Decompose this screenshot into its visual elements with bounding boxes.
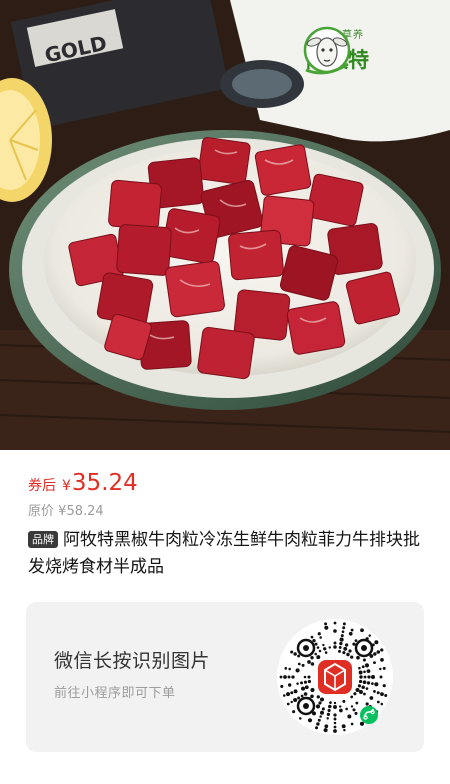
qr-card: 微信长按识别图片 前往小程序即可下单 xyxy=(26,602,424,752)
sheep-logo-icon xyxy=(303,26,350,75)
brand-logo: 天生草养 阿牧特 xyxy=(300,16,424,86)
brand-tag: 品牌 xyxy=(28,531,58,548)
price-currency: ¥ xyxy=(62,478,71,494)
coupon-price-value: 35.24 xyxy=(71,470,138,496)
price-row: 券后 ¥ 35.24 xyxy=(28,470,138,500)
coupon-price-label: 券后 xyxy=(28,478,56,494)
qr-sub-instruction: 前往小程序即可下单 xyxy=(54,686,176,701)
original-price-label: 原价 xyxy=(28,504,55,519)
original-price-value: 58.24 xyxy=(66,504,104,519)
mini-program-code[interactable] xyxy=(276,618,394,736)
pinduoduo-logo-icon xyxy=(318,660,352,694)
qr-instruction: 微信长按识别图片 xyxy=(54,650,211,672)
wechat-mini-program-icon xyxy=(360,706,378,724)
product-title-text: 阿牧特黑椒牛肉粒冷冻生鲜牛肉粒菲力牛排块批发烧烤食材半成品 xyxy=(28,530,420,577)
product-image[interactable]: GOLD xyxy=(0,0,450,450)
product-title[interactable]: 品牌 阿牧特黑椒牛肉粒冷冻生鲜牛肉粒菲力牛排块批发烧烤食材半成品 xyxy=(28,527,426,581)
original-price: 原价 ¥58.24 xyxy=(28,500,104,519)
